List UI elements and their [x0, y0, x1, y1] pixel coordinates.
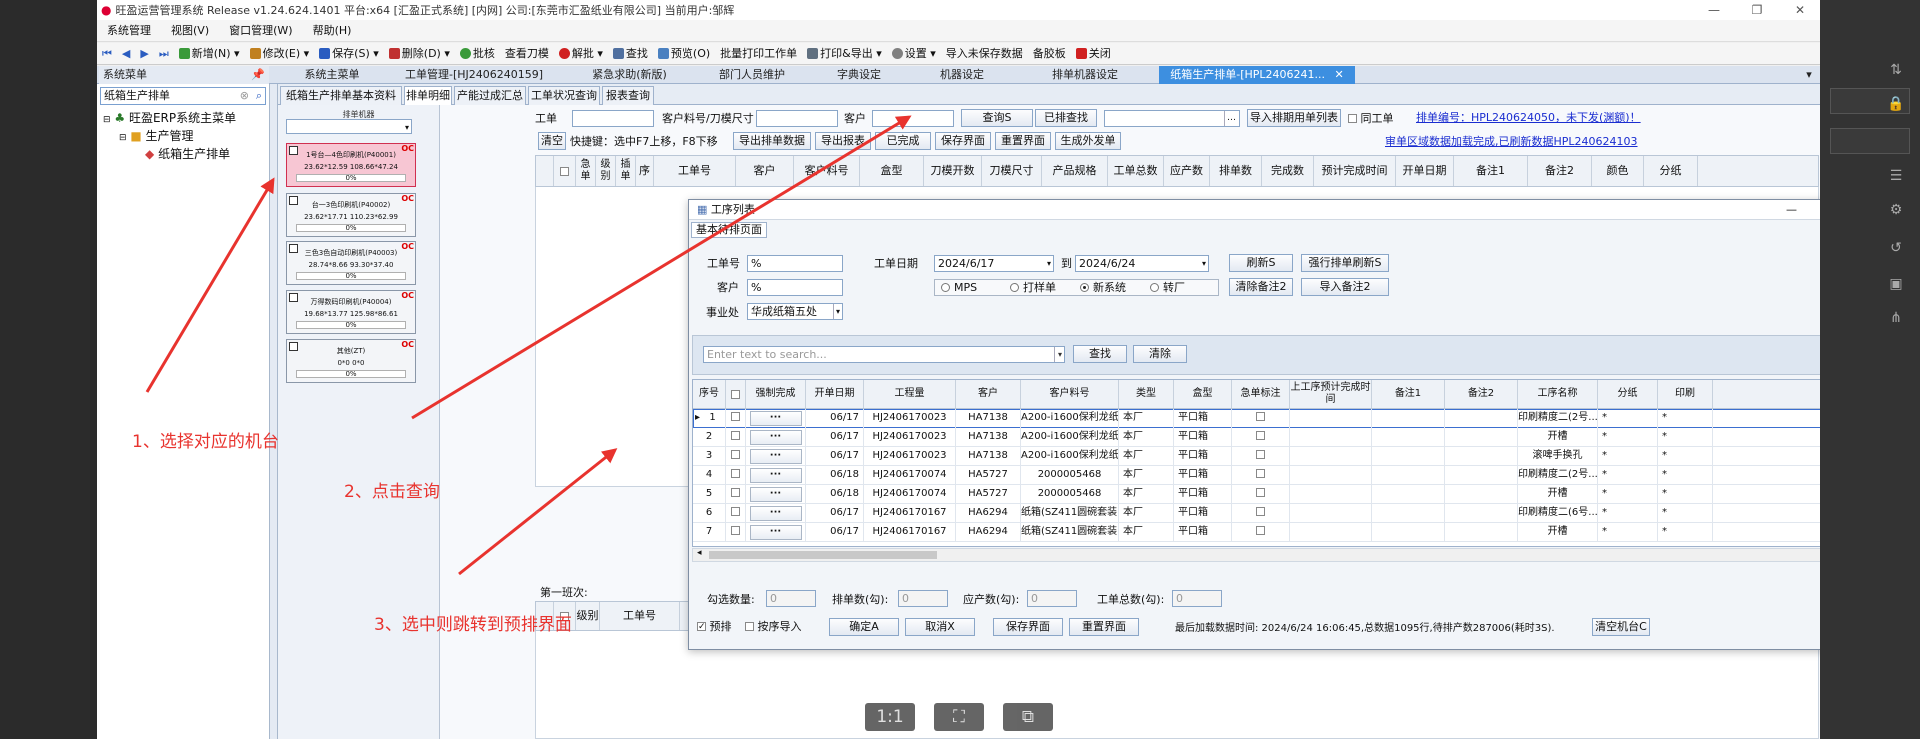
- viewer-share-icon[interactable]: ⇅: [1886, 62, 1906, 80]
- arrow-click-query: [411, 115, 912, 420]
- viewer-left-background: [0, 0, 97, 739]
- arrow-select-machine: [145, 177, 275, 393]
- window-mode-icon[interactable]: ⧉: [1003, 703, 1053, 731]
- viewer-history-icon[interactable]: ↺: [1886, 240, 1906, 258]
- annotation-step-3: 3、选中则跳转到预排界面: [374, 615, 572, 635]
- viewer-settings-icon[interactable]: ⚙: [1886, 202, 1906, 220]
- annotation-arrows: [145, 115, 912, 576]
- arrow-select-row: [458, 448, 618, 576]
- viewer-share-icon[interactable]: ⋔: [1886, 310, 1906, 328]
- app-window: ● 旺盈运营管理系统 Release v1.24.624.1401 平台:x64…: [97, 0, 1820, 739]
- annotation-step-1: 1、选择对应的机台: [132, 432, 279, 452]
- viewer-image-icon[interactable]: ▣: [1886, 276, 1906, 294]
- fit-screen-icon[interactable]: ⛶: [934, 703, 984, 731]
- viewer-notes-icon[interactable]: ☰: [1886, 168, 1906, 186]
- viewer-lock-icon[interactable]: 🔒: [1886, 96, 1906, 114]
- viewer-right-field: [1830, 128, 1910, 154]
- zoom-actual-size-button[interactable]: 1:1: [865, 703, 915, 731]
- annotation-step-2: 2、点击查询: [344, 482, 440, 502]
